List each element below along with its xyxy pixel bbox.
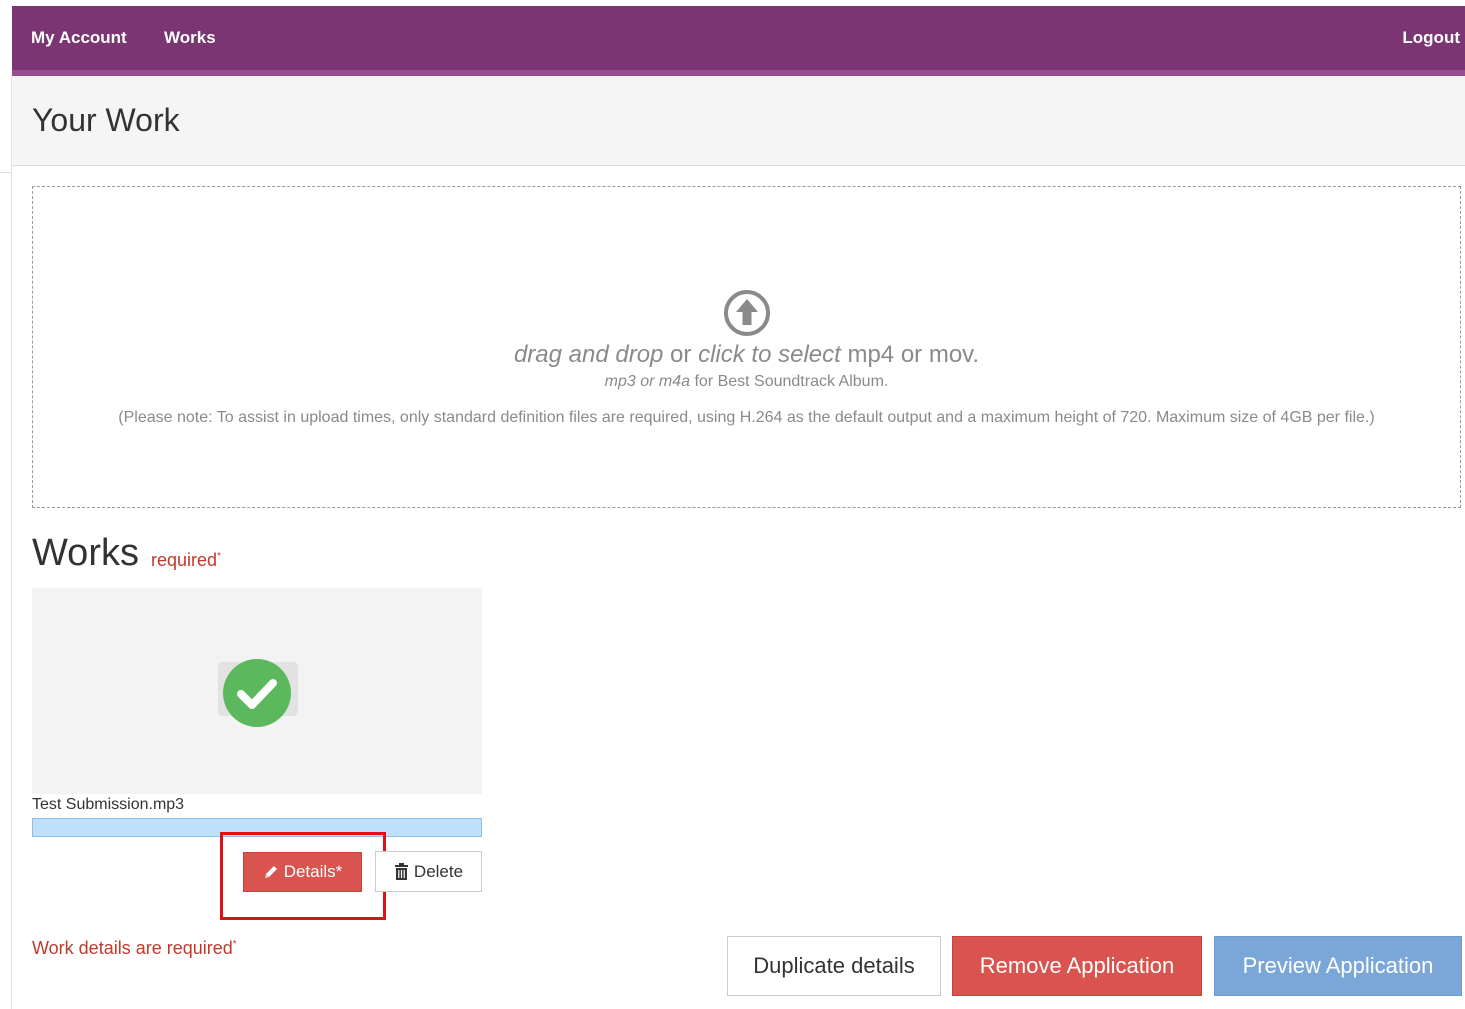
work-error-mark: * bbox=[232, 939, 237, 950]
file-dropzone[interactable]: drag and drop or click to select mp4 or … bbox=[32, 186, 1461, 508]
details-button[interactable]: Details* bbox=[243, 852, 362, 892]
drag-drop-text: drag and drop bbox=[513, 341, 664, 368]
drop-instructions: drag and drop or click to select mp4 or … bbox=[33, 341, 1460, 369]
required-text: required bbox=[151, 550, 218, 570]
trash-icon bbox=[394, 863, 408, 880]
check-circle-icon bbox=[223, 659, 291, 727]
page-title: Your Work bbox=[32, 102, 180, 138]
page-body: Your Work drag and drop or click to sele… bbox=[11, 76, 1465, 1009]
remove-application-button[interactable]: Remove Application bbox=[952, 936, 1202, 996]
formats-text: mp4 or mov. bbox=[840, 341, 980, 368]
delete-button-label: Delete bbox=[413, 861, 464, 881]
nav-my-account[interactable]: My Account bbox=[31, 28, 127, 48]
upload-circle-icon bbox=[724, 290, 770, 336]
left-divider bbox=[0, 172, 11, 173]
or-text: or bbox=[663, 341, 699, 368]
top-navbar: My Account Works Logout bbox=[12, 6, 1465, 76]
delete-button[interactable]: Delete bbox=[375, 851, 482, 892]
drop-sub-instructions: mp3 or m4a for Best Soundtrack Album. bbox=[33, 373, 1460, 391]
click-select-text: click to select bbox=[698, 341, 841, 368]
panel-header: Your Work bbox=[12, 76, 1465, 166]
duplicate-details-button[interactable]: Duplicate details bbox=[727, 936, 941, 996]
upload-note: (Please note: To assist in upload times,… bbox=[118, 409, 1375, 426]
works-required-label: required* bbox=[151, 550, 221, 571]
work-details-error: Work details are required* bbox=[32, 938, 237, 959]
preview-application-button[interactable]: Preview Application bbox=[1214, 936, 1462, 996]
sub-suffix-text: for Best Soundtrack Album. bbox=[690, 373, 889, 390]
pencil-icon bbox=[264, 866, 277, 878]
work-error-text: Work details are required bbox=[32, 938, 233, 958]
sub-formats-text: mp3 or m4a bbox=[604, 373, 691, 390]
works-heading: Works bbox=[32, 532, 139, 574]
details-button-label: Details* bbox=[283, 862, 343, 881]
nav-works[interactable]: Works bbox=[164, 28, 216, 48]
nav-logout[interactable]: Logout bbox=[1402, 28, 1460, 48]
required-mark: * bbox=[217, 551, 221, 562]
work-thumbnail bbox=[32, 588, 482, 794]
work-file-name: Test Submission.mp3 bbox=[32, 796, 185, 813]
